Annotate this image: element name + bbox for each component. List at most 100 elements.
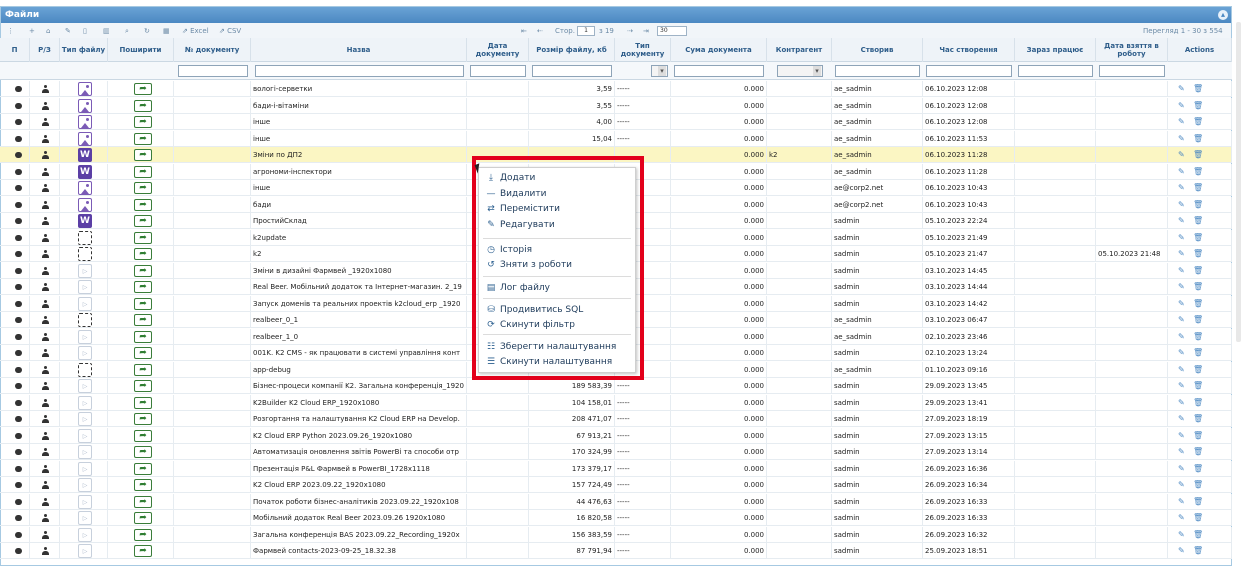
per-page-select[interactable]: 30 [657, 26, 687, 36]
trash-icon[interactable]: 🗑 [1193, 415, 1203, 423]
menu-item[interactable]: ◷ Історія [485, 243, 532, 257]
col-sum[interactable]: Сума документа [671, 38, 767, 62]
edit-icon[interactable]: ✎ [1178, 118, 1185, 126]
user-icon[interactable] [42, 481, 49, 489]
edit-icon[interactable]: ✎ [1178, 250, 1185, 258]
share-button[interactable]: ➦ [134, 495, 152, 508]
user-icon[interactable] [42, 184, 49, 192]
name-cell[interactable]: Мобільний додаток Real Beer 2023.09.26 1… [251, 510, 467, 526]
col-size[interactable]: Розмір файлу, кб [529, 38, 615, 62]
eye-icon[interactable] [15, 135, 22, 142]
col-rz[interactable]: Р/З [30, 38, 60, 62]
eye-icon[interactable] [15, 119, 22, 125]
filter-docno-input[interactable] [178, 65, 248, 77]
edit-icon[interactable]: ✎ [1178, 233, 1185, 242]
edit-icon[interactable]: ✎ [1178, 283, 1185, 291]
name-cell[interactable]: Розгортання та налаштування K2 Cloud ERP… [251, 411, 467, 427]
edit-icon[interactable]: ✎ [1178, 415, 1185, 423]
trash-icon[interactable]: 🗑 [1193, 464, 1203, 473]
filter-name-input[interactable] [255, 65, 464, 77]
refresh-icon[interactable]: ↻ [144, 26, 150, 36]
share-button[interactable]: ➦ [134, 116, 152, 128]
user-icon[interactable] [42, 250, 49, 258]
add-icon[interactable]: + [29, 26, 35, 36]
user-icon[interactable] [42, 332, 49, 341]
export-excel-button[interactable]: ⇗ Excel [182, 26, 209, 36]
next-page-icon[interactable]: ⇢ [627, 26, 633, 36]
table-row[interactable]: ▷ ➦ Фармвей contacts-2023-09-25_18.32.38 87… [0, 543, 1232, 559]
video-file-icon[interactable]: ▷ [78, 445, 92, 459]
name-cell[interactable]: Real Beer. Мобільний додаток та Інтернет… [251, 279, 467, 295]
eye-icon[interactable] [15, 152, 22, 158]
name-cell[interactable]: Фармвей contacts-2023-09-25_18.32.38 [251, 543, 467, 559]
edit-icon[interactable]: ✎ [1178, 398, 1185, 407]
table-row[interactable]: ▷ ➦ Бізнес-процеси компанії K2. Загальна к… [0, 378, 1232, 394]
user-icon[interactable] [42, 233, 49, 242]
word-file-icon[interactable]: W [78, 214, 92, 228]
table-row[interactable]: ▷ ➦ Розгортання та налаштування K2 Cloud E… [0, 411, 1232, 427]
trash-icon[interactable]: 🗑 [1193, 217, 1203, 225]
name-cell[interactable]: бади [251, 196, 467, 213]
share-button[interactable]: ➦ [134, 198, 152, 211]
table-row[interactable]: ➦ вологі-серветки 3,59 ----- 0.000 ae_sadmin 0… [0, 81, 1232, 97]
user-icon[interactable] [42, 349, 49, 357]
eye-icon[interactable] [15, 86, 22, 92]
edit-icon[interactable]: ✎ [1178, 151, 1185, 159]
trash-icon[interactable]: 🗑 [1193, 448, 1203, 456]
first-page-icon[interactable]: ⇤ [521, 26, 527, 36]
search-icon[interactable]: ⌕ [125, 26, 129, 36]
share-button[interactable]: ➦ [134, 363, 152, 376]
share-button[interactable]: ➦ [134, 215, 152, 227]
share-button[interactable]: ➦ [134, 396, 152, 409]
trash-icon[interactable]: 🗑 [1193, 266, 1203, 275]
user-icon[interactable] [42, 217, 49, 225]
trash-icon[interactable]: 🗑 [1193, 514, 1203, 522]
name-cell[interactable]: Автоматизація оновлення звітів PowerBi т… [251, 444, 467, 460]
columns-icon[interactable]: ▦ [163, 26, 170, 36]
scrollbar[interactable] [1236, 22, 1241, 342]
user-icon[interactable] [42, 464, 49, 473]
menu-item[interactable]: ✎ Редагувати [485, 218, 554, 232]
edit-icon[interactable]: ✎ [1178, 200, 1185, 209]
user-icon[interactable] [42, 118, 49, 126]
table-row[interactable]: ▷ ➦ K2 Cloud ERP Python 2023.09.26_1920x10… [0, 427, 1232, 444]
eye-icon[interactable] [15, 333, 22, 340]
share-button[interactable]: ➦ [134, 429, 152, 442]
edit-icon[interactable]: ✎ [1178, 497, 1185, 506]
eye-icon[interactable] [15, 218, 22, 224]
trash-icon[interactable]: 🗑 [1193, 101, 1203, 110]
trash-icon[interactable]: 🗑 [1193, 85, 1203, 93]
video-file-icon[interactable]: ▷ [78, 478, 92, 492]
eye-icon[interactable] [15, 201, 22, 208]
menu-item[interactable]: ▤ Лог файлу [485, 281, 550, 295]
video-file-icon[interactable]: ▷ [78, 296, 92, 311]
edit-icon[interactable]: ✎ [1178, 464, 1185, 473]
name-cell[interactable]: K2Builder K2 Cloud ERP_1920x1080 [251, 394, 467, 411]
share-button[interactable]: ➦ [134, 545, 152, 557]
video-file-icon[interactable]: ▷ [78, 511, 92, 525]
name-cell[interactable]: K2 Cloud ERP 2023.09.22_1920x1080 [251, 477, 467, 493]
user-icon[interactable] [42, 497, 49, 506]
table-row[interactable]: ▷ ➦ K2Builder K2 Cloud ERP_1920x1080 104 15… [0, 394, 1232, 411]
edit-icon[interactable]: ✎ [1178, 547, 1185, 555]
eye-icon[interactable] [15, 399, 22, 406]
page-input[interactable]: 1 [577, 26, 595, 36]
name-cell[interactable]: Зміни по ДП2 [251, 147, 467, 163]
name-cell[interactable]: 001K. K2 CMS - як працювати в системі уп… [251, 345, 467, 361]
menu-item[interactable]: ⛁ Продивитись SQL [485, 303, 583, 317]
eye-icon[interactable] [15, 482, 22, 488]
video-file-icon[interactable]: ▷ [78, 428, 92, 443]
trash-icon[interactable]: 🗑 [1193, 250, 1203, 258]
col-name[interactable]: Назва [251, 38, 467, 62]
col-contractor[interactable]: Контрагент [767, 38, 832, 62]
video-file-icon[interactable]: ▷ [78, 395, 92, 410]
user-icon[interactable] [42, 431, 49, 440]
edit-icon[interactable]: ✎ [1178, 332, 1185, 341]
eye-icon[interactable] [15, 251, 22, 257]
image-file-icon[interactable] [78, 181, 92, 195]
eye-icon[interactable] [15, 102, 22, 109]
trash-icon[interactable]: 🗑 [1193, 431, 1203, 440]
last-page-icon[interactable]: ⇥ [643, 26, 649, 36]
trash-icon[interactable]: 🗑 [1193, 233, 1203, 242]
table-row[interactable]: ▷ ➦ K2 Cloud ERP 2023.09.22_1920x1080 157 7… [0, 477, 1232, 493]
